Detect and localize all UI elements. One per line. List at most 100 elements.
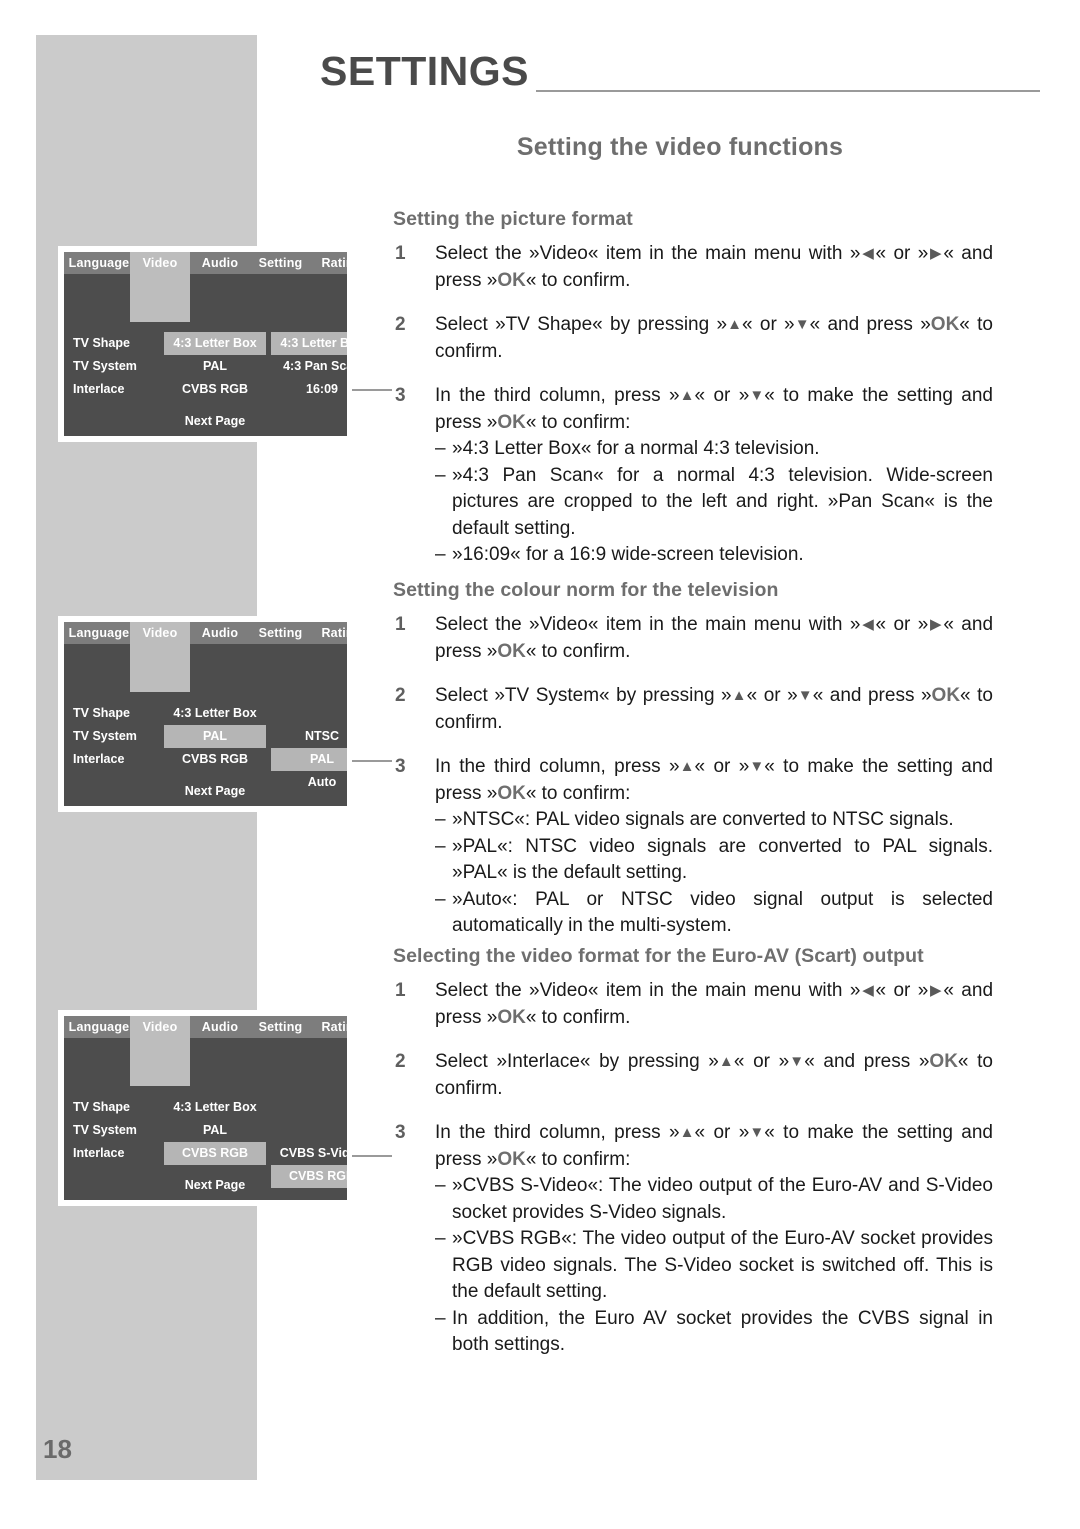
osd-value-column2[interactable]: PAL xyxy=(164,725,266,748)
osd-value-column2[interactable]: 4:3 Letter Box xyxy=(164,702,266,725)
arrow-left-icon: ◀ xyxy=(862,616,874,633)
osd-tab-rating[interactable]: Rating xyxy=(311,622,347,644)
list-item: – »CVBS RGB«: The video output of the Eur… xyxy=(435,1226,993,1306)
ok-key-label: OK xyxy=(497,1148,526,1170)
list-item: – »4:3 Pan Scan« for a normal 4:3 televis… xyxy=(435,463,993,543)
section-euro-av: Selecting the video format for the Euro-… xyxy=(393,943,993,1377)
osd-screenshot-interlace: LanguageVideoAudioSettingRatingCVBS S-Vi… xyxy=(58,1010,353,1206)
arrow-up-icon: ▲ xyxy=(679,758,695,775)
osd-tab-rating[interactable]: Rating xyxy=(311,1016,347,1038)
ok-key-label: OK xyxy=(497,640,526,662)
osd-row: TV System PAL xyxy=(64,725,347,748)
list-item: – »4:3 Letter Box« for a normal 4:3 telev… xyxy=(435,436,993,463)
osd-value-column2[interactable]: PAL xyxy=(164,1119,266,1142)
instruction-step: 2 Select »TV Shape« by pressing »▲« or »▼… xyxy=(393,312,993,365)
osd-tab-audio[interactable]: Audio xyxy=(190,1016,250,1038)
osd-tab-rating[interactable]: Rating xyxy=(311,252,347,274)
arrow-down-icon: ▼ xyxy=(749,758,765,775)
list-item-text: »CVBS S-Video«: The video output of the … xyxy=(452,1175,993,1223)
instruction-step: 3 In the third column, press »▲« or »▼« t… xyxy=(393,1120,993,1359)
list-item: – »CVBS S-Video«: The video output of the… xyxy=(435,1173,993,1226)
section-picture-format: Setting the picture format 1 Select the »V… xyxy=(393,206,993,587)
list-item: – »NTSC«: PAL video signals are converted… xyxy=(435,807,993,834)
osd-tab-language[interactable]: Language xyxy=(68,622,130,644)
dash-bullet-icon: – xyxy=(435,809,446,830)
osd-panel: LanguageVideoAudioSettingRatingCVBS S-Vi… xyxy=(64,1016,347,1200)
callout-line-1 xyxy=(352,389,392,391)
list-item: – »PAL«: NTSC video signals are converted… xyxy=(435,834,993,887)
osd-value-column2[interactable]: PAL xyxy=(164,355,266,378)
osd-row-label: TV Shape xyxy=(73,1100,130,1114)
osd-rows: TV Shape 4:3 Letter Box TV System PAL Interl… xyxy=(64,332,347,401)
ok-key-label: OK xyxy=(930,314,960,335)
osd-row-label: TV Shape xyxy=(73,706,130,720)
arrow-right-icon: ▶ xyxy=(930,245,942,262)
osd-next-page-button[interactable]: Next Page xyxy=(164,1178,266,1192)
osd-tab-language[interactable]: Language xyxy=(68,1016,130,1038)
step-text: In the third column, press »▲« or »▼« to… xyxy=(435,1122,993,1170)
instruction-step: 3 In the third column, press »▲« or »▼« t… xyxy=(393,754,993,940)
arrow-down-icon: ▼ xyxy=(749,387,765,404)
step-number: 1 xyxy=(395,614,406,635)
arrow-right-icon: ▶ xyxy=(930,616,942,633)
callout-line-3 xyxy=(352,1155,392,1157)
arrow-down-icon: ▼ xyxy=(789,1053,805,1070)
page-number: 18 xyxy=(43,1434,72,1464)
list-item-text: »PAL«: NTSC video signals are converted … xyxy=(452,835,993,884)
osd-panel: LanguageVideoAudioSettingRatingNTSCPALAu… xyxy=(64,622,347,806)
step-text: Select the »Video« item in the main menu… xyxy=(435,980,994,1028)
section-heading: Selecting the video format for the Euro-… xyxy=(393,945,924,967)
osd-rows: TV Shape 4:3 Letter Box TV System PAL Interl… xyxy=(64,1096,347,1165)
arrow-right-icon: ▶ xyxy=(930,982,942,999)
osd-tab-setting[interactable]: Setting xyxy=(250,252,311,274)
osd-value-column3[interactable]: CVBS RGB xyxy=(271,1165,347,1188)
ok-key-label: OK xyxy=(929,1051,958,1072)
osd-value-column2[interactable]: 4:3 Letter Box xyxy=(164,1096,266,1119)
osd-value-column2[interactable]: CVBS RGB xyxy=(164,748,266,771)
step-text: In the third column, press »▲« or »▼« to… xyxy=(435,756,993,804)
section-heading: Setting the picture format xyxy=(393,208,633,230)
osd-row: TV System PAL xyxy=(64,1119,347,1142)
osd-tab-video[interactable]: Video xyxy=(130,622,190,692)
osd-value-column3[interactable]: Auto xyxy=(271,771,347,794)
osd-tab-audio[interactable]: Audio xyxy=(190,622,250,644)
osd-screenshot-tv-shape: LanguageVideoAudioSettingRating 4:3 Lette… xyxy=(58,246,353,442)
osd-tab-setting[interactable]: Setting xyxy=(250,622,311,644)
osd-next-page-button[interactable]: Next Page xyxy=(164,414,266,428)
callout-line-2 xyxy=(352,760,392,762)
dash-bullet-icon: – xyxy=(435,835,446,857)
osd-next-page-button[interactable]: Next Page xyxy=(164,784,266,798)
dash-bullet-icon: – xyxy=(435,888,446,910)
arrow-up-icon: ▲ xyxy=(679,1124,695,1141)
ok-key-label: OK xyxy=(497,1006,526,1028)
arrow-down-icon: ▼ xyxy=(794,316,810,333)
osd-tab-audio[interactable]: Audio xyxy=(190,252,250,274)
dash-bullet-icon: – xyxy=(435,544,446,565)
step-number: 2 xyxy=(395,1051,406,1072)
osd-tab-language[interactable]: Language xyxy=(68,252,130,274)
list-item-text: »16:09« for a 16:9 wide-screen televisio… xyxy=(452,544,804,565)
arrow-up-icon: ▲ xyxy=(679,387,695,404)
dash-bullet-icon: – xyxy=(435,1228,446,1249)
step-number: 1 xyxy=(395,980,406,1001)
instruction-step: 1 Select the »Video« item in the main men… xyxy=(393,612,993,665)
step-text: In the third column, press »▲« or »▼« to… xyxy=(435,385,993,433)
osd-value-column2[interactable]: CVBS RGB xyxy=(164,378,266,401)
osd-rows: TV Shape 4:3 Letter Box TV System PAL Interl… xyxy=(64,702,347,771)
option-list: – »4:3 Letter Box« for a normal 4:3 telev… xyxy=(435,436,993,569)
osd-tab-setting[interactable]: Setting xyxy=(250,1016,311,1038)
osd-tab-video[interactable]: Video xyxy=(130,1016,190,1086)
step-text: Select »TV System« by pressing »▲« or »▼… xyxy=(435,685,993,733)
step-number: 1 xyxy=(395,243,406,264)
ok-key-label: OK xyxy=(497,411,526,433)
osd-tab-video[interactable]: Video xyxy=(130,252,190,322)
step-text: Select »Interlace« by pressing »▲« or »▼… xyxy=(435,1051,993,1099)
osd-value-column2[interactable]: 4:3 Letter Box xyxy=(164,332,266,355)
instruction-step: 1 Select the »Video« item in the main men… xyxy=(393,978,993,1031)
arrow-up-icon: ▲ xyxy=(727,316,742,333)
instruction-step: 2 Select »Interlace« by pressing »▲« or »… xyxy=(393,1049,993,1102)
step-number: 3 xyxy=(395,385,406,406)
osd-value-column2[interactable]: CVBS RGB xyxy=(164,1142,266,1165)
osd-row: TV System PAL xyxy=(64,355,347,378)
osd-row-label: Interlace xyxy=(73,1146,125,1160)
